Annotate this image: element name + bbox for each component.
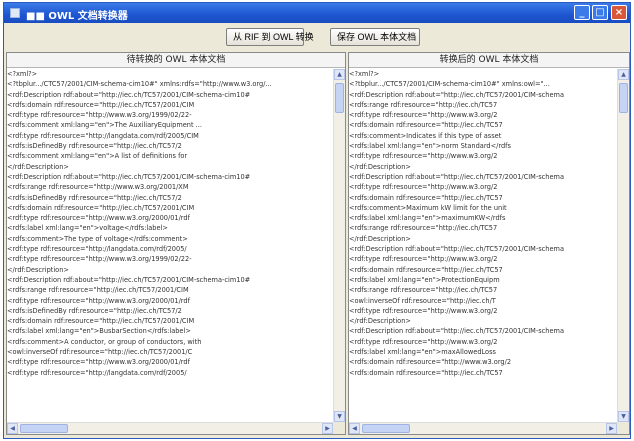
- code-line: <rdf:type rdf:resource="http://www.w3.or…: [349, 111, 498, 120]
- code-line: </rdf:Description>: [7, 265, 69, 274]
- code-line: <rdfs:domain rdf:resource="http://iec.ch…: [7, 317, 195, 326]
- convert-button[interactable]: 从 RIF 到 OWL 转换: [226, 28, 314, 46]
- title-bar[interactable]: ■■ OWL 文档转换器 _ □ ×: [4, 3, 630, 23]
- toolbar: 从 RIF 到 OWL 转换 保存 OWL 本体文档: [4, 24, 630, 50]
- converted-vertical-scrollbar[interactable]: ▲ ▼: [617, 69, 629, 422]
- close-button[interactable]: ×: [611, 5, 627, 20]
- code-line: <rdfs:isDefinedBy rdf:resource="http://i…: [7, 142, 182, 151]
- code-line: <rdfs:comment xml:lang="en">A list of de…: [7, 152, 188, 161]
- code-line: <rdfs:range rdf:resource="http://iec.ch/…: [349, 100, 498, 109]
- scroll-thumb[interactable]: [362, 424, 410, 433]
- code-line: <rdfs:domain rdf:resource="http://iec.ch…: [7, 203, 195, 212]
- code-line: <?tbplur.../CTC57/2001/CIM-schema-cim10#…: [7, 80, 272, 89]
- code-line: <rdf:Description rdf:about="http://iec.c…: [349, 172, 565, 181]
- code-line: <rdf:type rdf:resource="http://langdata.…: [7, 245, 187, 254]
- scroll-corner: [617, 422, 629, 434]
- code-line: <rdf:type rdf:resource="http://www.w3.or…: [349, 183, 498, 192]
- code-line: <?xml?>: [349, 70, 380, 78]
- scroll-left-arrow-icon[interactable]: ◀: [349, 423, 360, 434]
- code-line: <rdf:Description rdf:about="http://iec.c…: [7, 172, 251, 181]
- scroll-thumb[interactable]: [20, 424, 68, 433]
- scroll-up-arrow-icon[interactable]: ▲: [618, 69, 629, 80]
- code-line: <rdfs:domain rdf:resource="http://iec.ch…: [349, 193, 503, 202]
- code-line: <rdf:Description rdf:about="http://iec.c…: [349, 90, 565, 99]
- code-line: <?tbplur.../CTC57/2001/CIM-schema-cim10#…: [349, 80, 550, 89]
- code-line: <rdf:type rdf:resource="http://www.w3.or…: [349, 255, 498, 264]
- code-line: <rdfs:isDefinedBy rdf:resource="http://i…: [7, 306, 182, 315]
- code-line: <rdf:type rdf:resource="http://www.w3.or…: [349, 152, 498, 161]
- scroll-down-arrow-icon[interactable]: ▼: [618, 411, 629, 422]
- code-line: <rdfs:comment>Maximum kW limit for the u…: [349, 203, 507, 212]
- scroll-right-arrow-icon[interactable]: ▶: [606, 423, 617, 434]
- main-window: ■■ OWL 文档转换器 _ □ × 从 RIF 到 OWL 转换 保存 OWL…: [3, 2, 631, 439]
- code-line: <rdf:type rdf:resource="http://www.w3.or…: [349, 306, 498, 315]
- source-text-area[interactable]: <?xml?> <?tbplur.../CTC57/2001/CIM-schema…: [7, 69, 333, 422]
- scroll-thumb[interactable]: [619, 83, 628, 113]
- converted-text-area[interactable]: <?xml?> <?tbplur.../CTC57/2001/CIM-schema…: [349, 69, 617, 422]
- source-vertical-scrollbar[interactable]: ▲ ▼: [333, 69, 345, 422]
- code-line: <rdf:type rdf:resource="http://langdata.…: [7, 131, 199, 140]
- code-line: <rdf:type rdf:resource="http://www.w3.or…: [7, 358, 190, 367]
- converted-panel-header: 转换后的 OWL 本体文档: [349, 53, 629, 68]
- code-line: <rdfs:label xml:lang="en">BusbarSection<…: [7, 327, 191, 336]
- code-line: <owl:inverseOf rdf:resource="http://iec.…: [349, 296, 496, 305]
- scroll-corner: [333, 422, 345, 434]
- code-line: <rdfs:comment>Indicates if this type of …: [349, 131, 502, 140]
- code-line: <rdfs:domain rdf:resource="http://iec.ch…: [349, 121, 503, 130]
- converted-document-panel: 转换后的 OWL 本体文档 <?xml?> <?tbplur.../CTC57/2…: [348, 52, 630, 435]
- code-line: <rdf:type rdf:resource="http://www.w3.or…: [7, 111, 192, 120]
- code-line: <rdf:Description rdf:about="http://iec.c…: [7, 275, 251, 284]
- code-line: <rdfs:label xml:lang="en">voltage</rdfs:…: [7, 224, 168, 233]
- code-line: <rdfs:label xml:lang="en">maximumKW</rdf…: [349, 214, 506, 223]
- code-line: <rdfs:label xml:lang="en">ProtectionEqui…: [349, 275, 500, 284]
- minimize-button[interactable]: _: [574, 5, 590, 20]
- code-line: </rdf:Description>: [349, 162, 411, 171]
- code-line: <rdfs:isDefinedBy rdf:resource="http://i…: [7, 193, 182, 202]
- code-line: </rdf:Description>: [7, 162, 69, 171]
- scroll-right-arrow-icon[interactable]: ▶: [322, 423, 333, 434]
- code-line: <rdfs:comment>A conductor, or group of c…: [7, 337, 202, 346]
- code-line: </rdf:Description>: [349, 317, 411, 326]
- code-line: <owl:inverseOf rdf:resource="http://iec.…: [7, 348, 193, 357]
- source-document-panel: 待转换的 OWL 本体文档 <?xml?> <?tbplur.../CTC57/2…: [6, 52, 346, 435]
- window-title: ■■ OWL 文档转换器: [26, 11, 128, 22]
- code-line: <rdfs:range rdf:resource="http://iec.ch/…: [349, 224, 498, 233]
- code-line: <rdfs:range rdf:resource="http://iec.ch/…: [349, 286, 498, 295]
- code-line: <rdfs:domain rdf:resource="http://iec.ch…: [349, 368, 503, 377]
- code-line: <rdfs:range rdf:resource="http://iec.ch/…: [7, 286, 189, 295]
- code-line: <rdf:type rdf:resource="http://www.w3.or…: [7, 214, 190, 223]
- app-icon: [10, 8, 20, 18]
- scroll-left-arrow-icon[interactable]: ◀: [7, 423, 18, 434]
- code-line: <rdfs:range rdf:resource="http://www.w3.…: [7, 183, 189, 192]
- code-line: <rdf:type rdf:resource="http://www.w3.or…: [349, 337, 498, 346]
- scroll-thumb[interactable]: [335, 83, 344, 113]
- code-line: <rdfs:domain rdf:resource="http://iec.ch…: [7, 100, 195, 109]
- scroll-down-arrow-icon[interactable]: ▼: [334, 411, 345, 422]
- code-line: <rdf:Description rdf:about="http://iec.c…: [349, 327, 565, 336]
- code-line: </rdf:Description>: [349, 234, 411, 243]
- code-line: <rdfs:comment xml:lang="en">The Auxiliar…: [7, 121, 202, 130]
- code-line: <rdf:Description rdf:about="http://iec.c…: [349, 245, 565, 254]
- code-line: <rdf:type rdf:resource="http://www.w3.or…: [7, 296, 190, 305]
- code-line: <rdfs:comment>The type of voltage</rdfs:…: [7, 234, 188, 243]
- code-line: <?xml?>: [7, 70, 38, 78]
- source-panel-header: 待转换的 OWL 本体文档: [7, 53, 345, 68]
- converted-horizontal-scrollbar[interactable]: ◀ ▶: [349, 422, 617, 434]
- code-line: <rdfs:label xml:lang="en">norm Standard<…: [349, 142, 511, 151]
- maximize-button[interactable]: □: [592, 5, 608, 20]
- save-owl-button[interactable]: 保存 OWL 本体文档: [330, 28, 420, 46]
- code-line: <rdf:type rdf:resource="http://langdata.…: [7, 368, 187, 377]
- source-horizontal-scrollbar[interactable]: ◀ ▶: [7, 422, 333, 434]
- scroll-up-arrow-icon[interactable]: ▲: [334, 69, 345, 80]
- code-line: <rdf:Description rdf:about="http://iec.c…: [7, 90, 251, 99]
- code-line: <rdfs:domain rdf:resource="http://www.w3…: [349, 358, 512, 367]
- code-line: <rdf:type rdf:resource="http://www.w3.or…: [7, 255, 192, 264]
- code-line: <rdfs:domain rdf:resource="http://iec.ch…: [349, 265, 503, 274]
- code-line: <rdfs:label xml:lang="en">maxAllowedLoss: [349, 348, 496, 357]
